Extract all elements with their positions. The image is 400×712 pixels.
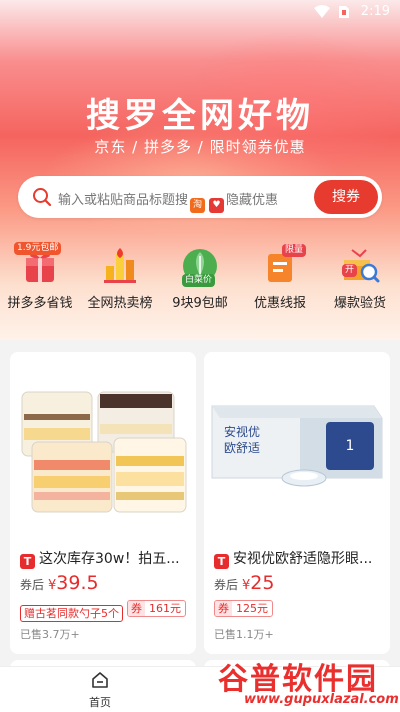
category-inspection[interactable]: 开 爆款验货 bbox=[320, 246, 400, 311]
product-title: T 这次库存30w！拍五... bbox=[20, 548, 190, 569]
coupon-tag: 券 161元 bbox=[127, 600, 186, 617]
image-product-text: 欧舒适 bbox=[224, 441, 260, 455]
product-image-contact-lens: 1 安视优 欧舒适 bbox=[204, 352, 390, 538]
search-coupon-button[interactable]: 搜券 bbox=[314, 180, 378, 214]
category-badge: 限量 bbox=[282, 244, 307, 257]
search-bar[interactable]: 输入或粘贴商品标题搜淘 ♥ 隐藏优惠 搜券 bbox=[18, 176, 382, 218]
price-value: 25 bbox=[250, 572, 275, 594]
category-pinduoduo-save[interactable]: 1.9元包邮 拼多多省钱 bbox=[0, 242, 80, 311]
product-title-text: 安视优欧舒适隐形眼... bbox=[233, 551, 373, 567]
category-label: 优惠线报 bbox=[253, 296, 306, 311]
search-icon bbox=[33, 188, 52, 207]
hero-title: 搜罗全网好物 bbox=[86, 96, 314, 136]
coupon-tag: 券 125元 bbox=[214, 600, 273, 617]
svg-text:1: 1 bbox=[346, 438, 355, 454]
watermark: 谷普软件园 www.gupuxlazal.com bbox=[200, 650, 400, 712]
category-row: 1.9元包邮 拼多多省钱 全网热卖榜 白菜价 9块9包邮 限量 优惠线报 开 爆… bbox=[0, 242, 400, 316]
category-label: 爆款验货 bbox=[333, 296, 386, 311]
pinduoduo-gift-icon: 1.9元包邮 bbox=[14, 242, 62, 286]
pinduoduo-icon: ♥ bbox=[209, 198, 225, 213]
product-tags: 券 125元 bbox=[214, 600, 273, 621]
product-title-text: 这次库存30w！拍五... bbox=[39, 551, 180, 567]
coupon-value: 125元 bbox=[236, 602, 268, 615]
price-label: 券后 bbox=[20, 578, 45, 592]
product-title: T 安视优欧舒适隐形眼... bbox=[214, 548, 384, 569]
search-placeholder: 输入或粘贴商品标题搜淘 ♥ 隐藏优惠 bbox=[58, 189, 278, 213]
category-deal-reports[interactable]: 限量 优惠线报 bbox=[240, 244, 320, 311]
watermark-url: www.gupuxlazal.com bbox=[244, 692, 399, 707]
hero-subtitle: 京东 / 拼多多 / 限时领券优惠 bbox=[94, 138, 306, 156]
product-card[interactable]: T 这次库存30w！拍五... 券后 ¥39.5 赠古茗同款勺子5个券 161元 已售… bbox=[10, 352, 196, 654]
coupon-value: 161元 bbox=[149, 602, 181, 615]
tmall-badge-icon: T bbox=[214, 554, 229, 569]
hot-sale-chart-icon bbox=[100, 246, 140, 286]
wifi-icon bbox=[314, 5, 330, 18]
home-icon bbox=[92, 672, 108, 688]
sim-card-icon bbox=[339, 6, 349, 18]
image-brand-text: 安视优 bbox=[224, 424, 260, 439]
search-placeholder-text: 输入或粘贴商品标题搜 bbox=[58, 193, 189, 208]
category-badge: 开 bbox=[342, 264, 358, 277]
category-label: 9块9包邮 bbox=[172, 296, 228, 311]
product-image-cake bbox=[10, 352, 196, 538]
deal-report-icon: 限量 bbox=[260, 244, 307, 286]
coupon-label: 券 bbox=[128, 601, 145, 616]
coupon-label: 券 bbox=[215, 601, 232, 616]
search-placeholder-suffix: 隐藏优惠 bbox=[226, 193, 279, 208]
cabbage-icon: 白菜价 bbox=[180, 246, 220, 287]
product-tags: 赠古茗同款勺子5个券 161元 bbox=[20, 600, 186, 622]
category-label: 全网热卖榜 bbox=[87, 296, 153, 311]
tab-home-label: 首页 bbox=[89, 696, 111, 709]
tab-home[interactable]: 首页 bbox=[80, 671, 120, 710]
price-label: 券后 bbox=[214, 578, 239, 592]
sold-count: 已售1.1万+ bbox=[214, 628, 274, 641]
sold-count: 已售3.7万+ bbox=[20, 628, 80, 641]
status-time: 2:19 bbox=[360, 4, 390, 19]
category-badge: 1.9元包邮 bbox=[14, 242, 62, 255]
category-label: 拼多多省钱 bbox=[7, 296, 73, 311]
category-hot-ranking[interactable]: 全网热卖榜 bbox=[80, 246, 160, 311]
price-value: 39.5 bbox=[56, 572, 99, 594]
category-badge: 白菜价 bbox=[182, 274, 216, 287]
gift-tag: 赠古茗同款勺子5个 bbox=[20, 605, 123, 622]
taobao-icon: 淘 bbox=[190, 198, 206, 213]
product-price: 券后 ¥25 bbox=[214, 572, 274, 594]
tmall-badge-icon: T bbox=[20, 554, 35, 569]
inspect-box-icon: 开 bbox=[340, 246, 380, 286]
product-price: 券后 ¥39.5 bbox=[20, 572, 99, 594]
product-card[interactable]: 1 安视优 欧舒适 T 安视优欧舒适隐形眼... 券后 ¥25 券 125元 已售1.… bbox=[204, 352, 390, 654]
category-9-9-free-shipping[interactable]: 白菜价 9块9包邮 bbox=[160, 246, 240, 311]
status-bar: 2:19 bbox=[0, 0, 400, 24]
